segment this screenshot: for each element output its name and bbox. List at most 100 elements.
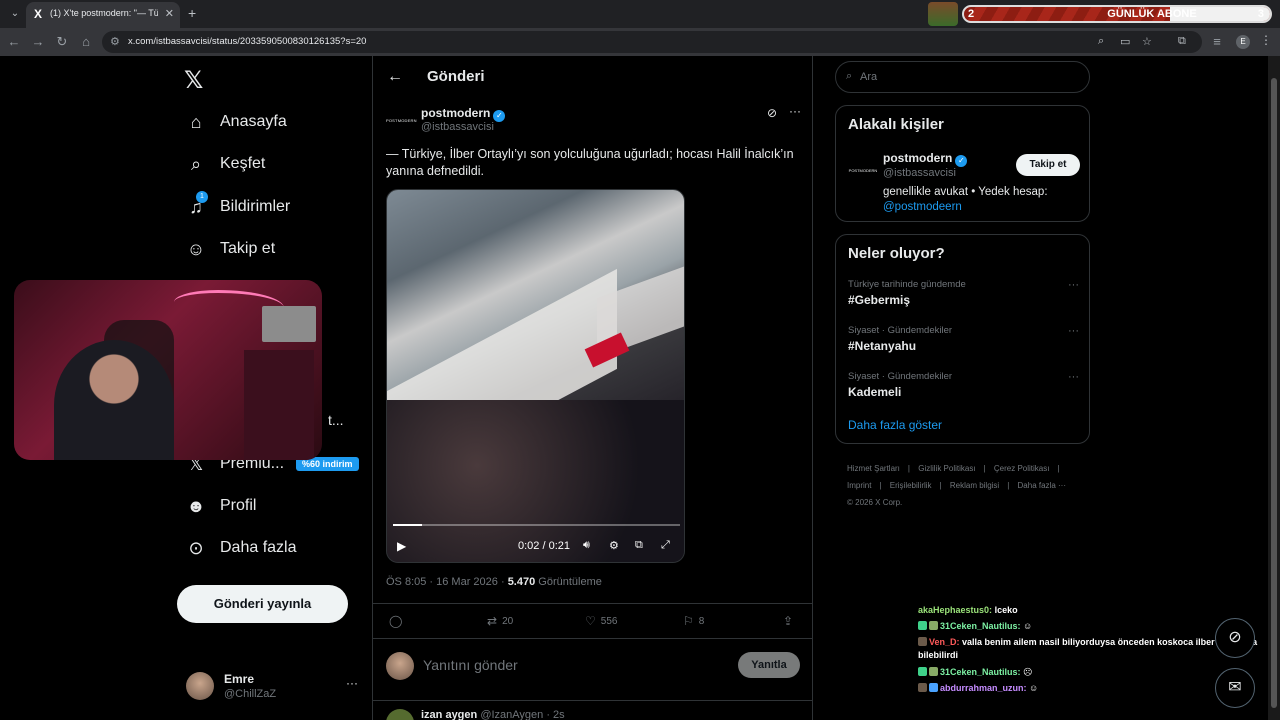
reply-input[interactable]: Yanıtını gönder bbox=[423, 657, 518, 673]
author-handle[interactable]: @istbassavcisi bbox=[421, 121, 494, 133]
site-info-icon[interactable]: ⚙ bbox=[110, 35, 120, 48]
zoom-icon[interactable]: ⌕ bbox=[1098, 35, 1104, 48]
reply-submit-button[interactable]: Yanıtla bbox=[738, 652, 800, 678]
nav-item-profile[interactable]: ☻ Profil bbox=[186, 491, 257, 521]
account-switcher[interactable]: Emre @ChillZaZ ··· bbox=[186, 670, 362, 702]
account-handle: @ChillZaZ bbox=[224, 688, 277, 700]
nav-item-notifications[interactable]: ♫ 1 Bildirimler bbox=[186, 191, 290, 222]
grok-floating-button[interactable]: ⊘ bbox=[1215, 618, 1255, 658]
trend-item[interactable]: Siyaset · Gündemdekiler #Netanyahu bbox=[848, 325, 1078, 353]
nav-item-explore[interactable]: ⌕ Keşfet bbox=[186, 149, 265, 179]
trend-name: #Netanyahu bbox=[848, 339, 917, 353]
bookmark-button[interactable]: ⚐ 8 bbox=[683, 614, 704, 628]
new-tab-icon[interactable]: + bbox=[188, 5, 196, 21]
footer-link[interactable]: Imprint bbox=[847, 481, 871, 490]
tab-close-icon[interactable]: ✕ bbox=[165, 7, 174, 20]
browser-tab[interactable]: X (1) X'te postmodern: "— Türkiye ✕ bbox=[26, 2, 180, 28]
subscriber-goal-count: 3 bbox=[1257, 8, 1264, 20]
back-arrow-icon[interactable]: ← bbox=[387, 68, 403, 86]
post-detail-column: ← Gönderi POSTMODERN postmodern ✓ @istbas… bbox=[372, 56, 813, 720]
trend-context: Siyaset · Gündemdekiler bbox=[848, 371, 953, 382]
related-handle[interactable]: @istbassavcisi bbox=[883, 167, 956, 179]
streamer-webcam-overlay bbox=[14, 280, 322, 460]
video-player[interactable]: ▶ 0:02 / 0:21 🔊︎ ⚙ ⧉ ⤢ bbox=[386, 189, 685, 563]
bio-link[interactable]: @postmodeern bbox=[883, 201, 962, 213]
post-more-icon[interactable]: ··· bbox=[789, 104, 801, 118]
cast-icon[interactable]: ▭ bbox=[1120, 35, 1130, 48]
post-button[interactable]: Gönderi yayınla bbox=[177, 585, 348, 623]
footer-link[interactable]: Çerez Politikası bbox=[994, 464, 1050, 473]
like-button[interactable]: ♡ 556 bbox=[585, 614, 617, 628]
footer-link[interactable]: Erişilebilirlik bbox=[890, 481, 932, 490]
share-icon: ⇪ bbox=[783, 614, 794, 628]
footer-link[interactable]: Hizmet Şartları bbox=[847, 464, 900, 473]
reply-author-name: izan aygen bbox=[421, 709, 478, 720]
tab-title: (1) X'te postmodern: "— Türkiye bbox=[50, 8, 158, 18]
stream-chat-overlay: akaHephaestus0: lceko 31Ceken_Nautilus: … bbox=[918, 602, 1266, 696]
trend-more-icon[interactable]: ··· bbox=[1068, 371, 1079, 383]
reload-icon[interactable]: ↻ bbox=[54, 34, 70, 50]
settings-icon[interactable]: ⚙ bbox=[609, 539, 619, 552]
verified-badge-icon: ✓ bbox=[493, 110, 506, 122]
trend-more-icon[interactable]: ··· bbox=[1068, 325, 1079, 337]
footer-links: Hizmet Şartları | Gizlilik Politikası | Çe… bbox=[847, 464, 1066, 507]
video-progress-bar[interactable] bbox=[393, 524, 680, 526]
footer-link[interactable]: Gizlilik Politikası bbox=[918, 464, 975, 473]
post-timestamp[interactable]: ÖS 8:05 · 16 Mar 2026 · bbox=[386, 576, 505, 588]
messages-floating-button[interactable]: ✉ bbox=[1215, 668, 1255, 708]
search-input[interactable]: ⌕ Ara bbox=[835, 61, 1090, 93]
footer-link[interactable]: Daha fazla ··· bbox=[1018, 481, 1066, 490]
address-bar[interactable]: ⚙ x.com/istbassavcisi/status/20335905008… bbox=[102, 31, 1202, 53]
account-more-icon[interactable]: ··· bbox=[346, 676, 358, 690]
related-bio: genellikle avukat • Yedek hesap: @postmod… bbox=[883, 185, 1083, 215]
nav-item-home[interactable]: ⌂ Anasayfa bbox=[186, 107, 287, 137]
reply-preview[interactable]: izan aygen @IzanAygen · 2s bbox=[373, 700, 813, 720]
view-count: 5.470 bbox=[507, 576, 536, 588]
chat-user: 31Ceken_Nautilus: bbox=[940, 621, 1021, 631]
view-count-label: Görüntüleme bbox=[538, 576, 602, 588]
trend-item[interactable]: Siyaset · Gündemdekiler Kademeli bbox=[848, 371, 1078, 399]
footer-link[interactable]: Reklam bilgisi bbox=[950, 481, 999, 490]
browser-menu-icon[interactable]: ⋮ bbox=[1260, 33, 1272, 47]
fullscreen-icon[interactable]: ⤢ bbox=[661, 539, 670, 552]
show-more-link[interactable]: Daha fazla göster bbox=[848, 418, 942, 432]
browser-profile-avatar[interactable]: E bbox=[1236, 35, 1250, 49]
nav-partial-label: t... bbox=[328, 412, 344, 428]
page-scrollbar[interactable] bbox=[1268, 56, 1280, 720]
browser-tab-bar: ⌄ X (1) X'te postmodern: "— Türkiye ✕ + … bbox=[0, 0, 1280, 28]
retweet-button[interactable]: ⇄ 20 bbox=[487, 614, 513, 628]
home-icon: ⌂ bbox=[190, 112, 202, 132]
tab-search-icon[interactable]: ⌄ bbox=[6, 5, 24, 23]
related-name[interactable]: postmodern ✓ bbox=[883, 151, 968, 167]
volume-icon[interactable]: 🔊︎ bbox=[583, 539, 590, 552]
bell-icon: ♫ 1 bbox=[186, 191, 208, 217]
extensions-icon[interactable]: ⧉ bbox=[1178, 35, 1186, 48]
chat-text: valla benim ailem nasil biliyorduysa önc… bbox=[918, 637, 1258, 660]
nav-item-more[interactable]: ⊙ Daha fazla bbox=[186, 533, 296, 563]
nav-item-follow[interactable]: ☺ Takip et bbox=[186, 234, 275, 264]
home-page-icon[interactable]: ⌂ bbox=[78, 34, 94, 50]
reply-button[interactable]: ◯ bbox=[389, 614, 402, 628]
author-avatar[interactable]: POSTMODERN bbox=[386, 106, 416, 136]
chat-message: akaHephaestus0: lceko bbox=[918, 602, 1266, 618]
play-icon[interactable]: ▶ bbox=[397, 539, 406, 553]
author-name[interactable]: postmodern ✓ bbox=[421, 106, 506, 122]
chat-user: abdurrahman_uzun: bbox=[940, 683, 1027, 693]
related-avatar[interactable]: POSTMODERN bbox=[848, 156, 878, 186]
media-control-icon[interactable]: ≡ bbox=[1209, 34, 1225, 50]
follow-button[interactable]: Takip et bbox=[1016, 154, 1080, 176]
trend-item[interactable]: Türkiye tarihinde gündemde #Gebermiş bbox=[848, 279, 1078, 307]
x-logo-icon[interactable]: 𝕏 bbox=[184, 66, 203, 95]
grok-icon[interactable]: ⊘ bbox=[767, 106, 777, 120]
trend-more-icon[interactable]: ··· bbox=[1068, 279, 1079, 291]
forward-arrow-icon[interactable]: → bbox=[30, 34, 46, 50]
bookmark-star-icon[interactable]: ☆ bbox=[1142, 35, 1152, 48]
reply-author: izan aygen @IzanAygen · 2s bbox=[421, 709, 565, 720]
browser-toolbar: ← → ↻ ⌂ ⚙ x.com/istbassavcisi/status/203… bbox=[0, 28, 1280, 56]
back-arrow-icon[interactable]: ← bbox=[6, 34, 22, 50]
avatar bbox=[386, 709, 414, 720]
scrollbar-thumb[interactable] bbox=[1271, 78, 1277, 708]
share-button[interactable]: ⇪ bbox=[783, 614, 793, 628]
bookmark-icon: ⚐ bbox=[683, 614, 694, 628]
picture-in-picture-icon[interactable]: ⧉ bbox=[635, 539, 643, 552]
